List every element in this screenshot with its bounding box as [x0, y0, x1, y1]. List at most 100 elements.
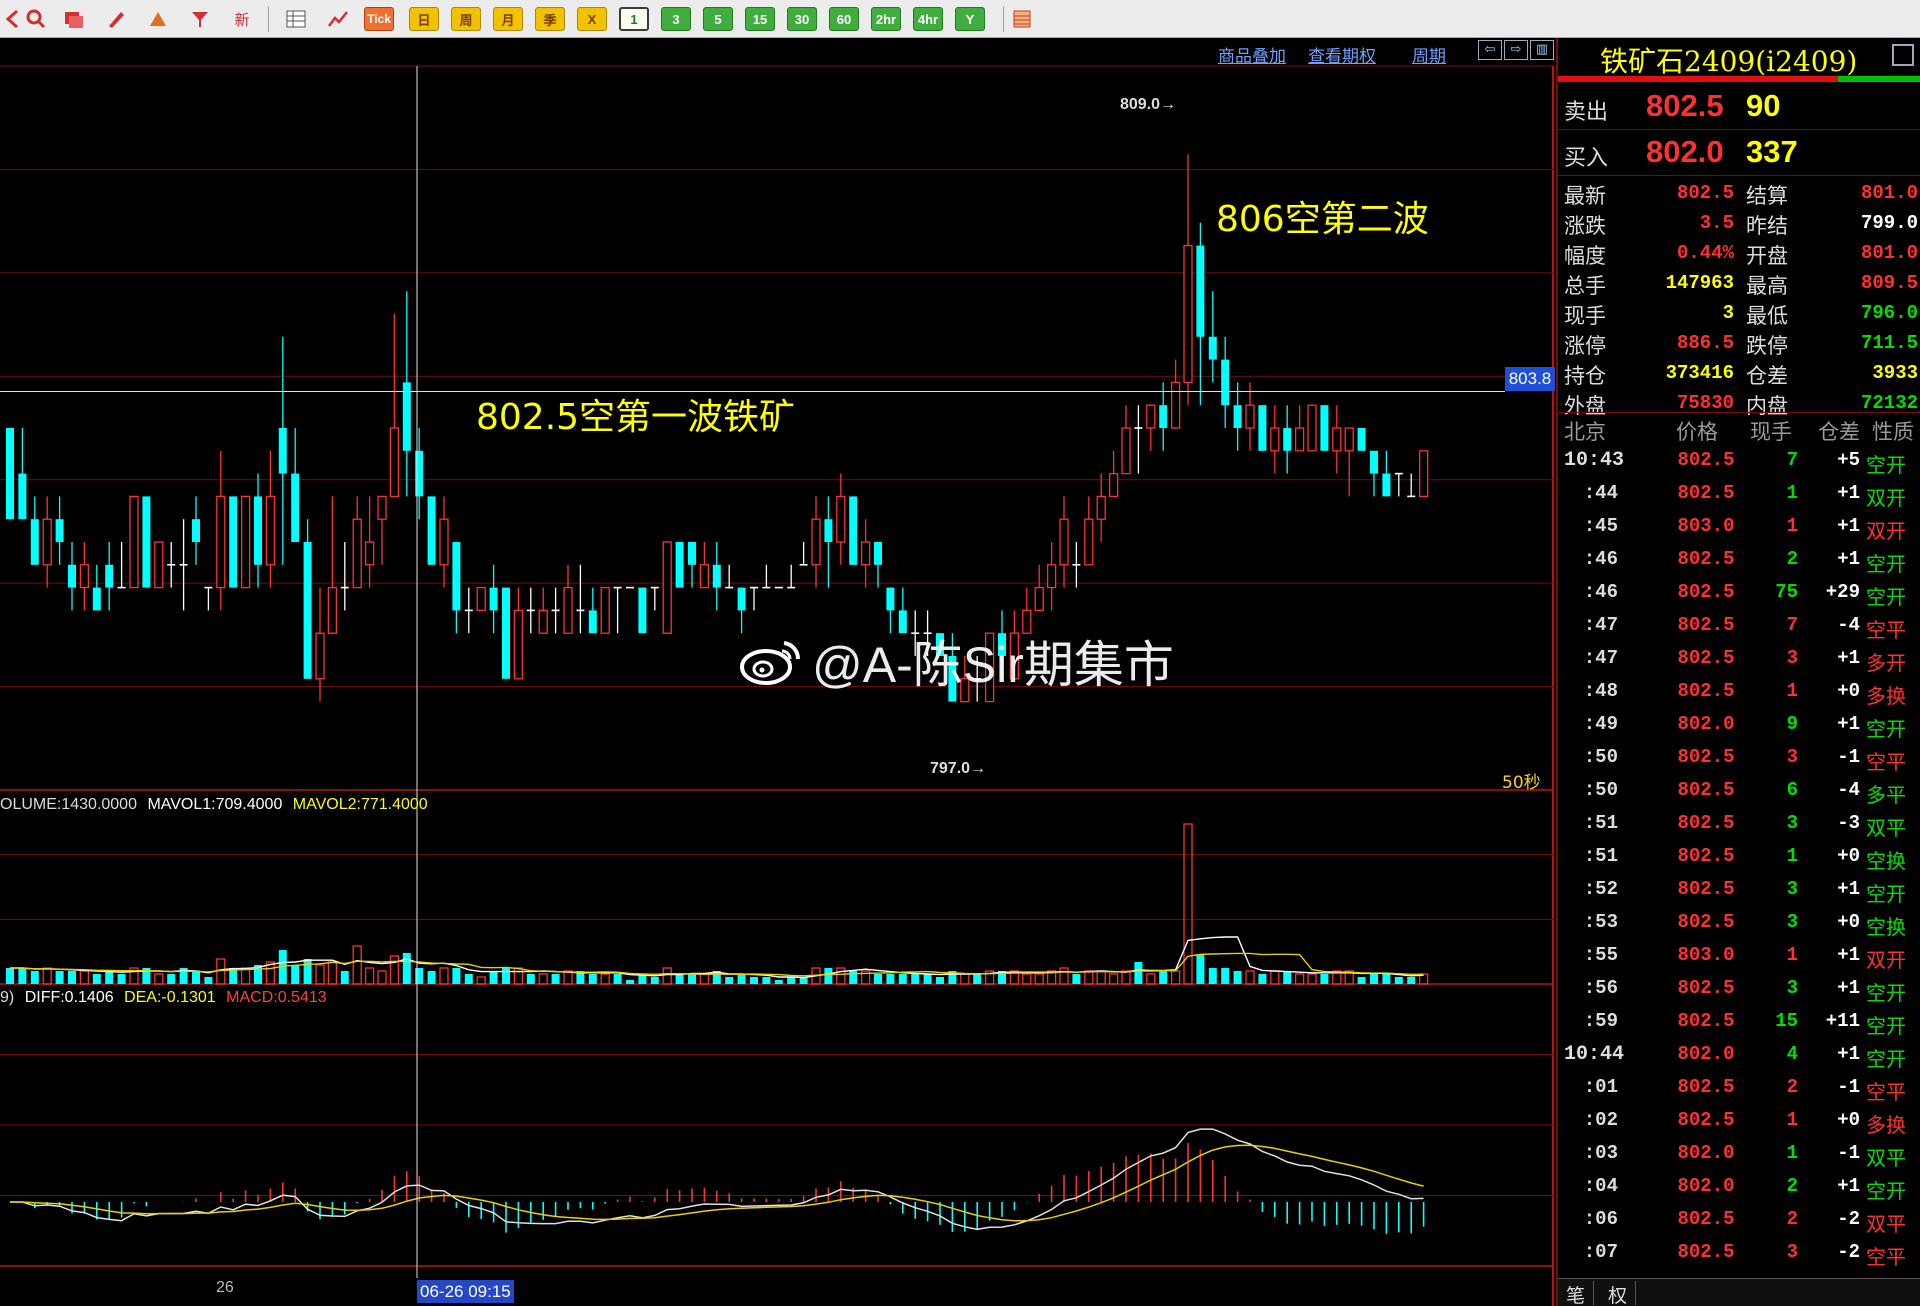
tick-price: 802.5 — [1677, 977, 1735, 999]
tick-volume: 3 — [1786, 878, 1798, 900]
candle-body — [377, 495, 387, 520]
interval-label: 50秒 — [1502, 773, 1541, 793]
tick-time: :01 — [1583, 1076, 1618, 1098]
tick-price: 802.5 — [1677, 1208, 1735, 1230]
period-button[interactable]: 4hr — [913, 7, 943, 31]
candle-body — [811, 518, 821, 566]
volume-bar — [167, 974, 176, 984]
quote-panel: 铁矿石2409(i2409) 卖出 802.5 90 买入 802.0 337 … — [1556, 38, 1920, 1306]
volume-bar — [1370, 974, 1378, 984]
tick-time: :46 — [1583, 548, 1618, 570]
annotation-wave1: 802.5空第一波铁矿 — [476, 397, 796, 438]
buy-label: 买入 — [1564, 146, 1609, 171]
stat-value: 801.0 — [1860, 242, 1918, 264]
period-button[interactable]: 1 — [619, 7, 649, 31]
tick-volume: 3 — [1786, 977, 1798, 999]
volume-bar — [1196, 954, 1205, 984]
draw-icon[interactable] — [144, 6, 172, 32]
period-button[interactable]: 60 — [829, 7, 859, 31]
stat-row: 持仓 373416 仓差 3933 — [1558, 358, 1920, 388]
tick-price: 802.0 — [1677, 1175, 1735, 1197]
stat-value: 809.5 — [1860, 272, 1918, 294]
candle-body — [402, 382, 411, 451]
panel-toggle-icon[interactable] — [1892, 44, 1914, 66]
stat-row: 现手 3 最低 796.0 — [1558, 298, 1920, 328]
tick-header-price: 价格 — [1676, 420, 1718, 444]
period-button[interactable]: 周 — [451, 7, 481, 31]
tick-header-oi-change: 仓差 — [1818, 420, 1860, 444]
tick-time: :52 — [1583, 878, 1618, 900]
volume-bar — [762, 977, 771, 984]
volume-bar — [389, 955, 400, 985]
candle-body — [1096, 495, 1106, 520]
tick-oi-change: +1 — [1837, 548, 1860, 570]
tick-oi-change: +0 — [1837, 845, 1860, 867]
tick-row: :48 802.5 1 +0 多换 — [1558, 675, 1920, 708]
tick-header-volume: 现手 — [1750, 420, 1792, 444]
view-options-link[interactable]: 查看期权 — [1308, 42, 1376, 67]
period-button[interactable]: 2hr — [871, 7, 901, 31]
tick-row: :51 802.5 3 -3 双平 — [1558, 807, 1920, 840]
commodity-overlay-link[interactable]: 商品叠加 — [1218, 42, 1286, 67]
period-button[interactable]: 日 — [409, 7, 439, 31]
period-button[interactable]: 3 — [661, 7, 691, 31]
pen-icon[interactable] — [102, 6, 130, 32]
search-icon[interactable] — [22, 6, 50, 32]
candle-body — [1084, 518, 1094, 566]
volume-bar — [874, 974, 882, 984]
tick-oi-change: -4 — [1837, 779, 1860, 801]
tick-row: :06 802.5 2 -2 双平 — [1558, 1203, 1920, 1236]
tick-type: 多换 — [1866, 684, 1906, 708]
candle-body — [1170, 381, 1181, 429]
candle-body — [291, 473, 300, 542]
filter-icon[interactable] — [186, 6, 214, 32]
period-button[interactable]: 季 — [535, 7, 565, 31]
scroll-arrows[interactable]: ⇦ ⇨ ▥ — [1478, 40, 1556, 62]
tick-volume: 15 — [1775, 1010, 1798, 1032]
tick-type: 双平 — [1866, 1146, 1906, 1170]
volume-bar — [79, 970, 90, 985]
period-button[interactable]: 15 — [745, 7, 775, 31]
period-button[interactable]: 月 — [493, 7, 523, 31]
scroll-right-icon[interactable]: ⇨ — [1504, 40, 1528, 60]
stat-label: 最高 — [1746, 274, 1788, 298]
candle-body — [105, 564, 114, 588]
crosshair-date-tag: 06-26 09:15 — [417, 1280, 514, 1303]
period-button[interactable]: 5 — [703, 7, 733, 31]
period-button[interactable]: Y — [955, 7, 985, 31]
volume-bar — [538, 973, 548, 985]
volume-bar — [750, 977, 758, 984]
candle-body — [18, 473, 27, 520]
candle-body — [352, 518, 362, 589]
period-link[interactable]: 周期 — [1412, 42, 1446, 67]
scroll-left-icon[interactable]: ⇦ — [1478, 40, 1502, 60]
tick-price: 802.5 — [1677, 812, 1735, 834]
tick-row: :47 802.5 3 +1 多开 — [1558, 642, 1920, 675]
new-icon[interactable]: 新 — [228, 6, 256, 32]
tick-row: :51 802.5 1 +0 空换 — [1558, 840, 1920, 873]
volume-bar — [513, 967, 524, 985]
layout-icon[interactable]: ▥ — [1530, 40, 1554, 60]
tick-row: :50 802.5 6 -4 多平 — [1558, 774, 1920, 807]
macd-prefix: 9) — [0, 989, 15, 1006]
volume-bar — [402, 953, 411, 984]
tab-rights[interactable]: 权 — [1600, 1281, 1637, 1306]
period-button[interactable]: X — [577, 7, 607, 31]
period-button[interactable]: 30 — [787, 7, 817, 31]
stat-value: 3 — [1722, 302, 1734, 324]
calendar-icon[interactable] — [1008, 6, 1036, 32]
window-icon[interactable] — [60, 6, 88, 32]
tab-ticks[interactable]: 笔 — [1558, 1281, 1595, 1306]
peak-high-label: 809.0→ — [1120, 96, 1177, 113]
tick-oi-change: +1 — [1837, 647, 1860, 669]
stat-label: 结算 — [1746, 184, 1788, 208]
candle-body — [1294, 427, 1305, 452]
volume-bar — [688, 974, 696, 984]
tick-button[interactable]: Tick — [364, 7, 394, 31]
volume-bar — [898, 974, 907, 984]
table-icon[interactable] — [282, 6, 310, 32]
chart-area[interactable]: 商品叠加 查看期权 周期 ⇦ ⇨ ▥ 809.0→ 797.0→ 802.5空第… — [0, 38, 1556, 1306]
chart-icon[interactable] — [324, 6, 352, 32]
candle-body — [1283, 428, 1292, 451]
tick-volume: 2 — [1786, 1076, 1798, 1098]
